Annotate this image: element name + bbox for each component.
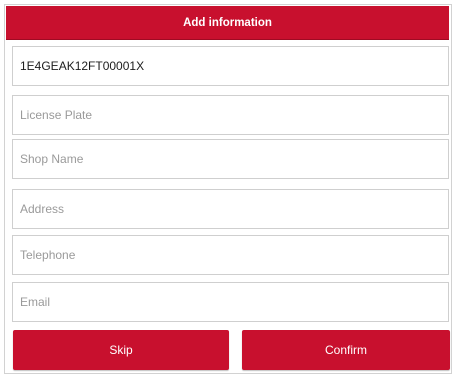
license-plate-field[interactable] — [12, 95, 449, 135]
shop-name-input[interactable] — [20, 152, 441, 166]
license-plate-input[interactable] — [20, 108, 441, 122]
confirm-button-label: Confirm — [324, 343, 367, 357]
skip-button-label: Skip — [109, 343, 133, 357]
dialog-title-bar: Add information — [6, 6, 449, 40]
shop-name-field[interactable] — [12, 139, 449, 179]
telephone-input[interactable] — [20, 248, 441, 262]
skip-button[interactable]: Skip — [13, 330, 229, 370]
confirm-button[interactable]: Confirm — [242, 330, 450, 370]
email-field[interactable] — [12, 282, 449, 322]
telephone-field[interactable] — [12, 235, 449, 275]
email-input[interactable] — [20, 295, 441, 309]
address-input[interactable] — [20, 202, 441, 216]
dialog-title: Add information — [183, 16, 272, 29]
vin-field[interactable] — [12, 46, 449, 86]
vin-input[interactable] — [20, 59, 441, 73]
address-field[interactable] — [12, 189, 449, 229]
